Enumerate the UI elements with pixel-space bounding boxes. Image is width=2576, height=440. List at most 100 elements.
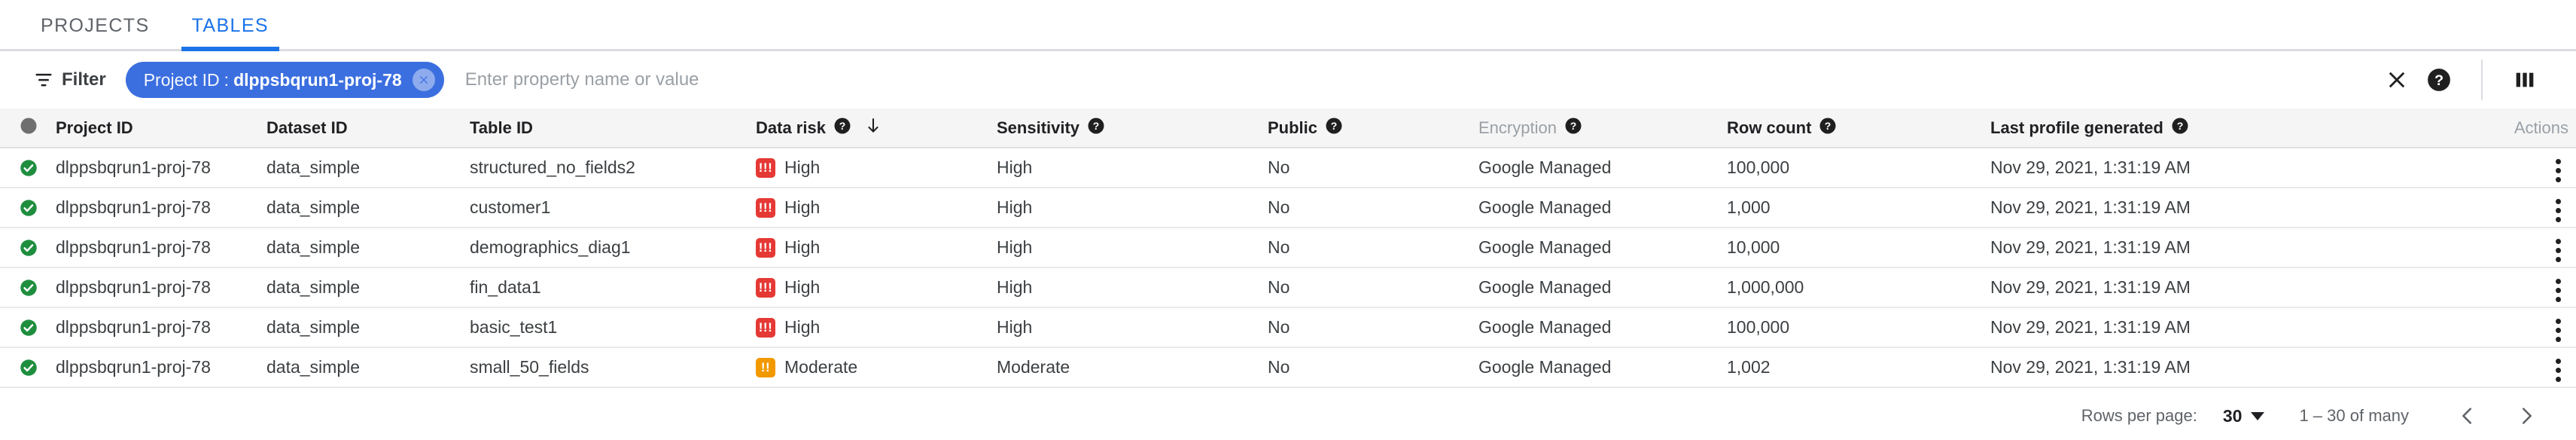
table-row[interactable]: dlppsbqrun1-proj-78 data_simple demographi… [0, 228, 2576, 268]
column-header-dataset-id-label: Dataset ID [266, 118, 348, 137]
row-status-cell [0, 148, 48, 188]
filter-chip-key: Project ID [143, 69, 220, 90]
column-header-row-count-label: Row count [1727, 118, 1812, 137]
cell-sensitivity-text: Moderate [997, 357, 1070, 377]
cell-sensitivity-text: High [997, 197, 1033, 217]
cell-dataset-id: data_simple [259, 307, 462, 348]
cell-project-id: dlppsbqrun1-proj-78 [48, 267, 259, 308]
filter-chip-project-id[interactable]: Project ID : dlppsbqrun1-proj-78 [125, 62, 444, 98]
tab-tables[interactable]: TABLES [181, 0, 280, 51]
column-header-data-risk[interactable]: Data risk ? [748, 108, 989, 148]
status-ok-icon [8, 317, 41, 338]
pagination-range: 1 – 30 of many [2299, 406, 2409, 425]
column-settings-icon[interactable] [2504, 59, 2546, 101]
cell-project-id-text: dlppsbqrun1-proj-78 [56, 197, 211, 217]
svg-text:?: ? [1570, 120, 1577, 132]
status-ok-icon [8, 157, 41, 179]
column-header-sensitivity[interactable]: Sensitivity ? [989, 108, 1260, 148]
filter-chip-value: dlppsbqrun1-proj-78 [233, 69, 402, 90]
cell-data-risk: !!! High [748, 267, 989, 308]
tables-data-grid: Project ID Dataset ID Table ID Data risk [0, 108, 2576, 388]
cell-dataset-id-text: data_simple [266, 277, 361, 297]
cell-public: No [1260, 188, 1471, 228]
svg-text:?: ? [1093, 120, 1100, 132]
cell-row-count-text: 10,000 [1727, 237, 1780, 257]
previous-page-button[interactable] [2447, 395, 2489, 437]
row-actions-menu-icon[interactable] [2548, 314, 2568, 346]
data-risk-help-icon[interactable]: ? [833, 117, 851, 139]
column-header-project-id[interactable]: Project ID [48, 108, 259, 148]
cell-last-profile-generated-text: Nov 29, 2021, 1:31:19 AM [1990, 357, 2191, 377]
cell-sensitivity: High [989, 307, 1260, 348]
column-header-public[interactable]: Public ? [1260, 108, 1471, 148]
row-actions-menu-icon[interactable] [2548, 274, 2568, 306]
cell-encryption-text: Google Managed [1478, 157, 1612, 177]
column-header-dataset-id[interactable]: Dataset ID [259, 108, 462, 148]
cell-data-risk: !!! High [748, 307, 989, 348]
filter-bar-left: Filter Project ID : dlppsbqrun1-proj-78 [29, 62, 2376, 98]
status-ok-icon [8, 197, 41, 218]
cell-sensitivity-text: High [997, 157, 1033, 177]
filter-chip-close-icon[interactable] [412, 69, 435, 91]
column-header-data-risk-label: Data risk [756, 118, 826, 137]
cell-sensitivity-text: High [997, 277, 1033, 297]
svg-text:?: ? [1825, 120, 1832, 132]
table-row[interactable]: dlppsbqrun1-proj-78 data_simple fin_data1!… [0, 267, 2576, 308]
clear-filters-icon[interactable] [2376, 59, 2418, 101]
column-header-table-id[interactable]: Table ID [462, 108, 748, 148]
cell-data-risk: !!! High [748, 228, 989, 268]
cell-encryption: Google Managed [1471, 188, 1719, 228]
column-header-public-label: Public [1268, 118, 1318, 137]
cell-project-id: dlppsbqrun1-proj-78 [48, 188, 259, 228]
column-header-last-profile-generated-label: Last profile generated [1990, 118, 2163, 137]
cell-actions [2404, 267, 2576, 308]
cell-public-text: No [1268, 237, 1290, 257]
table-row[interactable]: dlppsbqrun1-proj-78 data_simple customer1!… [0, 188, 2576, 228]
encryption-help-icon[interactable]: ? [1564, 117, 1582, 139]
filter-input[interactable] [464, 62, 2376, 98]
cell-row-count-text: 100,000 [1727, 317, 1790, 337]
cell-project-id-text: dlppsbqrun1-proj-78 [56, 157, 211, 177]
column-header-last-profile-generated[interactable]: Last profile generated ? [1983, 108, 2404, 148]
cell-encryption-text: Google Managed [1478, 197, 1612, 217]
cell-table-id-text: small_50_fields [470, 357, 589, 377]
cell-actions [2404, 347, 2576, 388]
rows-per-page-select[interactable]: 30 [2223, 406, 2265, 426]
row-actions-menu-icon[interactable] [2548, 234, 2568, 266]
cell-table-id-text: customer1 [470, 197, 551, 217]
table-row[interactable]: dlppsbqrun1-proj-78 data_simple small_50_f… [0, 347, 2576, 388]
cell-table-id: demographics_diag1 [462, 228, 748, 268]
column-header-row-count[interactable]: Row count ? [1719, 108, 1983, 148]
cell-actions [2404, 188, 2576, 228]
cell-project-id-text: dlppsbqrun1-proj-78 [56, 237, 211, 257]
row-count-help-icon[interactable]: ? [1819, 117, 1837, 139]
risk-severity-icon: !! [756, 357, 775, 377]
last-profile-generated-help-icon[interactable]: ? [2171, 117, 2189, 139]
cell-encryption: Google Managed [1471, 267, 1719, 308]
tab-projects[interactable]: PROJECTS [30, 0, 160, 51]
filter-icon[interactable] [29, 65, 59, 95]
cell-public: No [1260, 307, 1471, 348]
help-icon[interactable]: ? [2418, 59, 2460, 101]
row-status-cell [0, 228, 48, 268]
row-actions-menu-icon[interactable] [2548, 194, 2568, 226]
cell-public-text: No [1268, 317, 1290, 337]
cell-actions [2404, 148, 2576, 188]
cell-dataset-id: data_simple [259, 347, 462, 388]
tab-projects-label: PROJECTS [41, 14, 150, 36]
next-page-button[interactable] [2505, 395, 2547, 437]
table-row[interactable]: dlppsbqrun1-proj-78 data_simple structured… [0, 148, 2576, 188]
sensitivity-help-icon[interactable]: ? [1087, 117, 1105, 139]
row-actions-menu-icon[interactable] [2548, 154, 2568, 186]
cell-data-risk-text: High [784, 317, 821, 337]
sort-descending-icon[interactable] [863, 116, 883, 140]
rows-per-page-label: Rows per page: [2081, 406, 2197, 425]
table-row[interactable]: dlppsbqrun1-proj-78 data_simple basic_test… [0, 307, 2576, 348]
table-body: dlppsbqrun1-proj-78 data_simple structured… [0, 148, 2576, 388]
row-actions-menu-icon[interactable] [2548, 354, 2568, 386]
filter-bar: Filter Project ID : dlppsbqrun1-proj-78 [0, 51, 2576, 108]
public-help-icon[interactable]: ? [1325, 117, 1343, 139]
column-header-encryption[interactable]: Encryption ? [1471, 108, 1719, 148]
svg-text:?: ? [839, 120, 846, 132]
cell-encryption-text: Google Managed [1478, 237, 1612, 257]
